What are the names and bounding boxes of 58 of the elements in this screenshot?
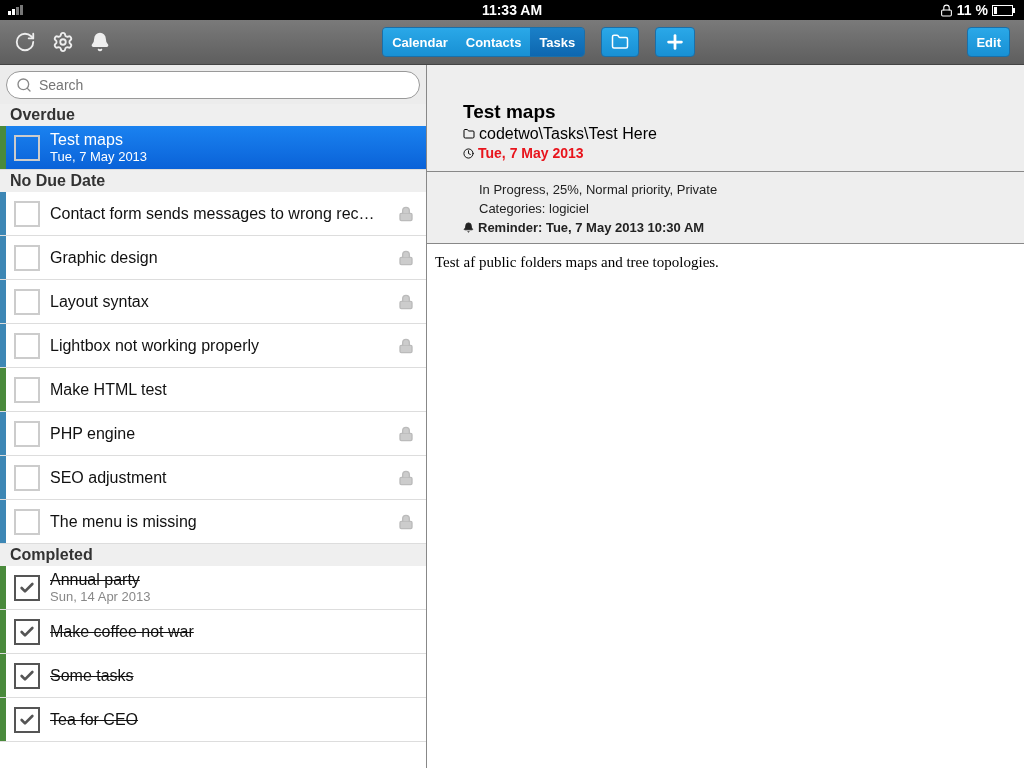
- folder-path: codetwo\Tasks\Test Here: [479, 125, 657, 143]
- bell-icon[interactable]: [90, 32, 110, 52]
- task-row[interactable]: Test maps Tue, 7 May 2013: [0, 126, 426, 170]
- task-row[interactable]: Layout syntax: [0, 280, 426, 324]
- folder-icon: [611, 33, 630, 51]
- task-checkbox[interactable]: [14, 618, 40, 645]
- clock-icon: [463, 147, 474, 159]
- task-title: Test maps: [50, 131, 123, 149]
- task-title: Tea for CEO: [50, 710, 139, 729]
- reminder-text: Reminder: Tue, 7 May 2013 10:30 AM: [478, 220, 705, 235]
- task-title: SEO adjustment: [50, 468, 167, 487]
- task-checkbox[interactable]: [14, 662, 40, 689]
- task-row[interactable]: SEO adjustment: [0, 456, 426, 500]
- task-row[interactable]: Some tasks: [0, 654, 426, 698]
- task-detail-title: Test maps: [463, 101, 557, 123]
- task-date: Tue, 7 May 2013: [50, 149, 149, 164]
- task-row[interactable]: The menu is missing: [0, 500, 426, 544]
- section-header: Overdue: [0, 104, 426, 126]
- task-title: The menu is missing: [50, 512, 197, 531]
- due-date: Tue, 7 May 2013: [478, 145, 584, 161]
- task-date: Sun, 14 Apr 2013: [50, 589, 152, 604]
- task-title: Annual party: [50, 571, 140, 589]
- segment-tab[interactable]: Tasks: [530, 28, 585, 56]
- task-title: Some tasks: [50, 666, 134, 685]
- task-body: Test af public folders maps and tree topologies.: [435, 254, 720, 271]
- task-title: Layout syntax: [50, 292, 149, 311]
- battery-percent: 11 %: [956, 2, 988, 18]
- task-row[interactable]: Graphic design: [0, 236, 426, 280]
- status-time: 11:33 AM: [481, 2, 543, 18]
- task-title: Make coffee not war: [50, 622, 194, 641]
- add-button[interactable]: [655, 27, 696, 57]
- task-row[interactable]: PHP engine: [0, 412, 426, 456]
- task-row[interactable]: Make HTML test: [0, 368, 426, 412]
- section-header: No Due Date: [0, 170, 426, 192]
- task-row[interactable]: Contact form sends messages to wrong rec…: [0, 192, 426, 236]
- task-row[interactable]: Make coffee not war: [0, 610, 426, 654]
- task-title: PHP engine: [50, 424, 136, 443]
- task-title: Make HTML test: [50, 380, 167, 399]
- bell-icon: [463, 222, 474, 233]
- search-field[interactable]: Search: [6, 71, 420, 99]
- section-header: Completed: [0, 544, 426, 566]
- task-checkbox[interactable]: [14, 706, 40, 733]
- task-status: In Progress, 25%, Normal priority, Private: [479, 182, 719, 197]
- refresh-icon[interactable]: [14, 31, 36, 53]
- task-title: Contact form sends messages to wrong rec…: [50, 204, 375, 223]
- task-title: Lightbox not working properly: [50, 336, 259, 355]
- task-row[interactable]: Annual party Sun, 14 Apr 2013: [0, 566, 426, 610]
- folder-icon: [463, 128, 475, 140]
- task-categories: Categories: logiciel: [479, 201, 590, 216]
- folder-button[interactable]: [601, 27, 640, 57]
- task-checkbox[interactable]: [14, 574, 40, 601]
- task-row[interactable]: Lightbox not working properly: [0, 324, 426, 368]
- battery-icon: [992, 4, 1016, 16]
- rotation-lock-icon: [939, 3, 953, 17]
- search-icon: [16, 77, 32, 93]
- task-row[interactable]: Tea for CEO: [0, 698, 426, 742]
- settings-icon[interactable]: [52, 31, 74, 53]
- task-title: Graphic design: [50, 248, 158, 267]
